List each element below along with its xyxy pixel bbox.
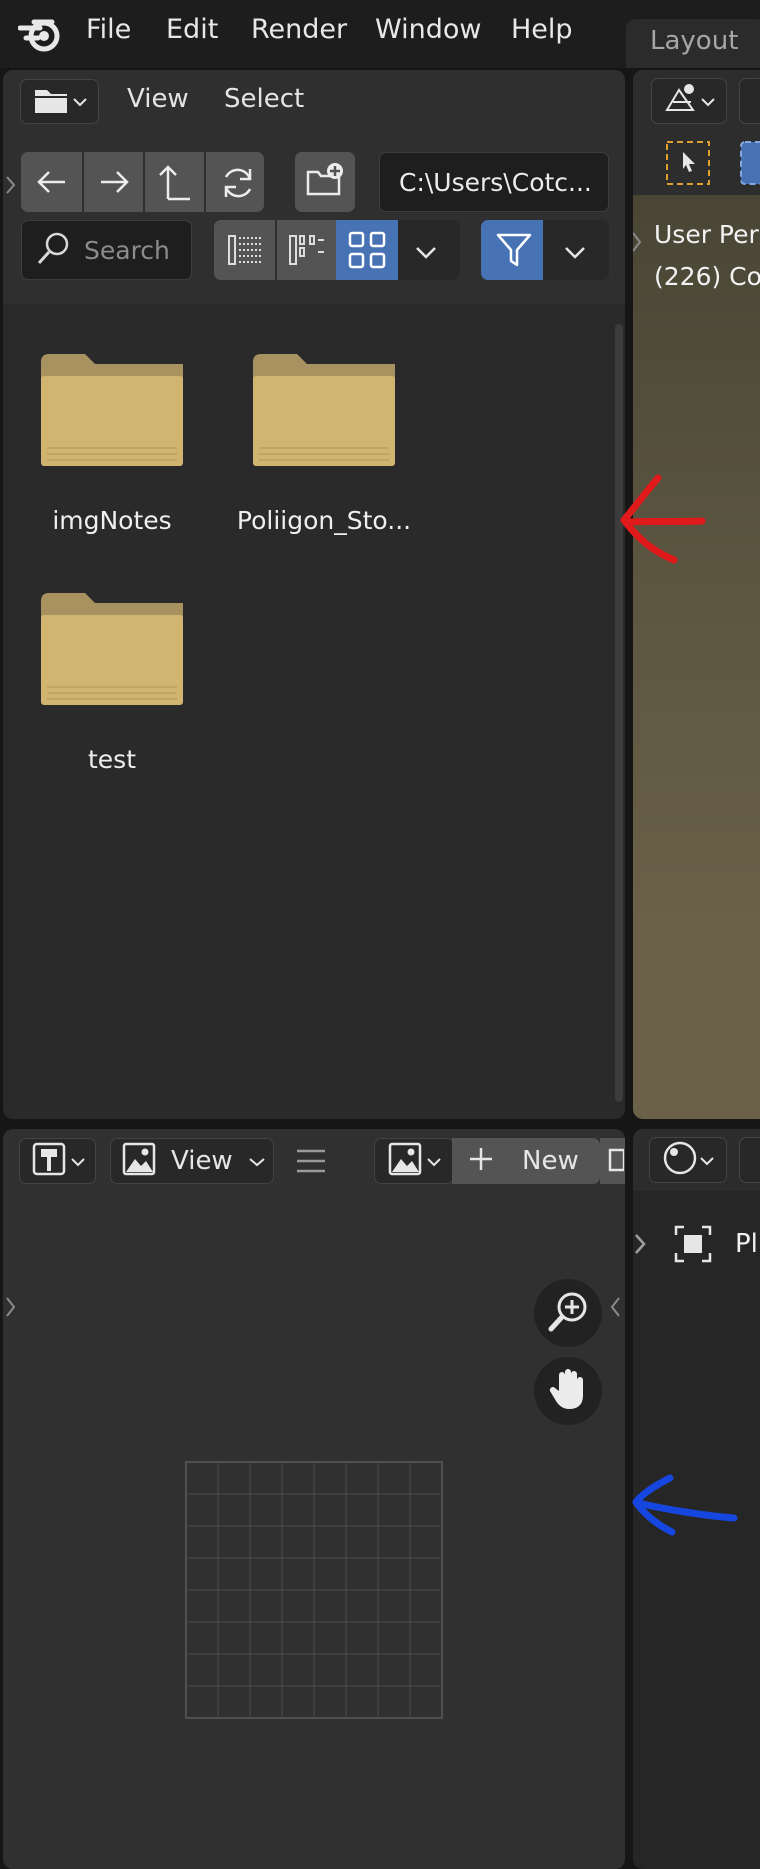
chevron-down-icon — [700, 1151, 714, 1170]
object-data-icon — [674, 1225, 712, 1267]
hamburger-menu-icon[interactable] — [295, 1147, 327, 1179]
editor-type-dropdown[interactable] — [649, 1137, 727, 1183]
search-input[interactable]: Search — [21, 220, 192, 280]
blender-logo-icon[interactable] — [17, 14, 64, 58]
pan-button[interactable] — [534, 1357, 602, 1425]
viewport-overlay-line1: User Per — [654, 220, 759, 249]
chevron-down-icon — [701, 92, 715, 111]
chevron-down-icon — [427, 1152, 441, 1171]
header-button-partial[interactable] — [739, 1137, 760, 1183]
chevron-down-icon — [72, 92, 87, 111]
menu-edit[interactable]: Edit — [166, 14, 218, 45]
back-arrow-icon[interactable] — [35, 166, 69, 202]
chevron-down-icon — [70, 1152, 85, 1171]
toolbar-expand-arrow-icon[interactable] — [633, 230, 643, 258]
directory-path-text: C:\Users\Cotc... — [399, 167, 592, 197]
toolbar-expand-arrow-icon[interactable] — [5, 174, 17, 200]
filter-options-chevron-icon[interactable] — [564, 245, 586, 264]
folder-icon — [253, 354, 395, 466]
vertical-list-icon[interactable] — [227, 232, 265, 272]
viewport-button-partial[interactable] — [739, 78, 760, 124]
folder-label: imgNotes — [52, 506, 172, 535]
workspace-tab-layout[interactable]: Layout — [626, 19, 760, 68]
select-menu[interactable]: Select — [224, 84, 304, 114]
view-menu[interactable]: View — [127, 84, 189, 114]
forward-arrow-icon[interactable] — [97, 166, 131, 202]
view-menu-dropdown[interactable]: View — [110, 1138, 274, 1184]
properties-item-label: Pl — [735, 1229, 758, 1259]
plus-icon — [468, 1146, 494, 1176]
render-properties-icon — [662, 1140, 698, 1180]
pan-hand-icon — [547, 1367, 589, 1415]
search-placeholder: Search — [84, 235, 170, 265]
thumbnails-icon[interactable] — [347, 230, 387, 274]
menu-help[interactable]: Help — [511, 14, 573, 45]
vertical-scrollbar[interactable] — [615, 324, 623, 1102]
new-folder-icon — [305, 162, 345, 202]
new-image-label: New — [522, 1146, 579, 1176]
image-editor: View New — [3, 1129, 625, 1869]
menu-file[interactable]: File — [86, 14, 131, 45]
folder-label: Poliigon_Sto... — [236, 506, 412, 535]
chevron-down-icon[interactable] — [415, 245, 437, 264]
filter-funnel-icon[interactable] — [495, 231, 533, 273]
empty-image-grid — [185, 1461, 443, 1719]
select-box-tool-icon[interactable] — [665, 140, 711, 190]
image-browse-icon — [387, 1141, 423, 1181]
chevron-down-icon — [249, 1152, 265, 1171]
refresh-icon[interactable] — [220, 165, 256, 205]
blue-arrow-annotation — [632, 1474, 738, 1536]
search-icon — [36, 230, 72, 270]
directory-path-field[interactable]: C:\Users\Cotc... — [379, 152, 609, 212]
open-image-button[interactable] — [600, 1138, 625, 1184]
zoom-button[interactable] — [534, 1279, 602, 1347]
image-icon — [121, 1141, 157, 1181]
zoom-in-icon — [546, 1289, 590, 1337]
new-image-button[interactable]: New — [452, 1138, 600, 1184]
browse-image-dropdown[interactable] — [374, 1138, 454, 1184]
paint-brush-editor-icon — [31, 1141, 67, 1181]
editor-type-dropdown[interactable] — [20, 79, 99, 124]
file-browser-editor: View Select C:\Users\Cotc... Search imgN… — [3, 70, 625, 1119]
menu-render[interactable]: Render — [251, 14, 347, 45]
horizontal-list-icon[interactable] — [288, 232, 326, 272]
select-mode-icon[interactable] — [737, 140, 760, 190]
viewport-mode-dropdown[interactable] — [651, 78, 727, 124]
viewport-overlay-line2: (226) Co — [654, 262, 760, 291]
folder-open-icon — [606, 1144, 625, 1178]
expand-arrow-icon[interactable] — [633, 1232, 647, 1260]
create-new-directory-button[interactable] — [295, 152, 355, 212]
top-menu-bar: File Edit Render Window Help Layout — [0, 0, 760, 68]
folder-icon — [41, 593, 183, 705]
folder-label: test — [87, 745, 136, 774]
menu-window[interactable]: Window — [375, 14, 481, 45]
toolbar-expand-arrow-icon[interactable] — [5, 1295, 17, 1323]
object-mode-icon — [663, 82, 699, 120]
folder-icon — [41, 354, 183, 466]
parent-directory-icon[interactable] — [158, 163, 192, 205]
3d-viewport[interactable]: User Per (226) Co — [633, 70, 760, 1119]
folder-editor-icon — [33, 85, 69, 119]
sidebar-expand-arrow-icon[interactable] — [609, 1295, 621, 1323]
red-arrow-annotation — [620, 474, 706, 564]
editor-type-dropdown[interactable] — [19, 1138, 96, 1184]
view-menu-label: View — [171, 1146, 233, 1176]
